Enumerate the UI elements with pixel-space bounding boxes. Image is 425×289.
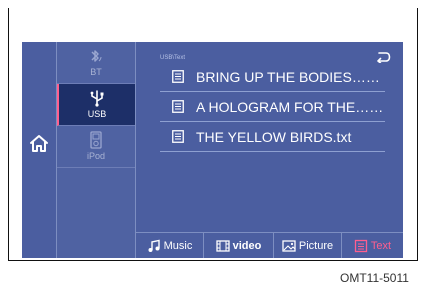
list-item[interactable]: BRING UP THE BODIES……	[160, 62, 385, 92]
tab-music[interactable]: Music	[136, 233, 204, 258]
file-name: A HOLOGRAM FOR THE……	[196, 99, 384, 115]
back-button[interactable]	[375, 50, 391, 64]
file-name: BRING UP THE BODIES……	[196, 69, 380, 85]
music-note-icon	[148, 239, 160, 252]
source-item-ipod[interactable]: iPod	[57, 126, 135, 168]
breadcrumb: USB\Text	[160, 55, 186, 61]
source-column: BT USB iPod	[57, 42, 136, 258]
tab-music-label: Music	[163, 240, 193, 252]
source-label-bt: BT	[90, 67, 102, 77]
source-label-ipod: iPod	[86, 151, 105, 161]
tab-video[interactable]: video	[204, 233, 274, 258]
list-item[interactable]: A HOLOGRAM FOR THE……	[160, 92, 385, 122]
list-item[interactable]: THE YELLOW BIRDS.txt	[160, 122, 385, 152]
media-type-tabbar: Music video Picture Text	[136, 232, 403, 258]
file-name: THE YELLOW BIRDS.txt	[196, 129, 352, 145]
ipod-icon	[90, 131, 102, 149]
file-browser: USB\Text BRING UP THE BODIES…… A HOLOGRA…	[136, 42, 403, 258]
home-column	[22, 42, 57, 258]
tab-text[interactable]: Text	[342, 233, 403, 258]
source-item-bt[interactable]: BT	[57, 42, 135, 84]
source-label-usb: USB	[87, 109, 107, 119]
tab-text-label: Text	[370, 240, 392, 252]
figure-code: OMT11-5011	[340, 271, 409, 285]
text-file-icon	[354, 239, 368, 253]
home-button[interactable]	[27, 132, 51, 156]
tab-video-label: video	[232, 240, 262, 252]
infotainment-screen: BT USB iPod USB\Text BRING UP THE BODIES…	[22, 42, 403, 258]
text-file-icon	[172, 70, 184, 83]
file-list: BRING UP THE BODIES…… A HOLOGRAM FOR THE…	[160, 62, 385, 152]
text-file-icon	[172, 130, 184, 143]
text-file-icon	[172, 100, 184, 113]
home-icon	[30, 135, 48, 152]
tab-picture[interactable]: Picture	[274, 233, 342, 258]
tab-picture-label: Picture	[298, 240, 334, 252]
bluetooth-icon	[91, 50, 102, 62]
usb-icon	[90, 90, 104, 107]
film-icon	[215, 240, 230, 252]
source-item-usb[interactable]: USB	[57, 84, 135, 126]
picture-icon	[282, 240, 296, 252]
